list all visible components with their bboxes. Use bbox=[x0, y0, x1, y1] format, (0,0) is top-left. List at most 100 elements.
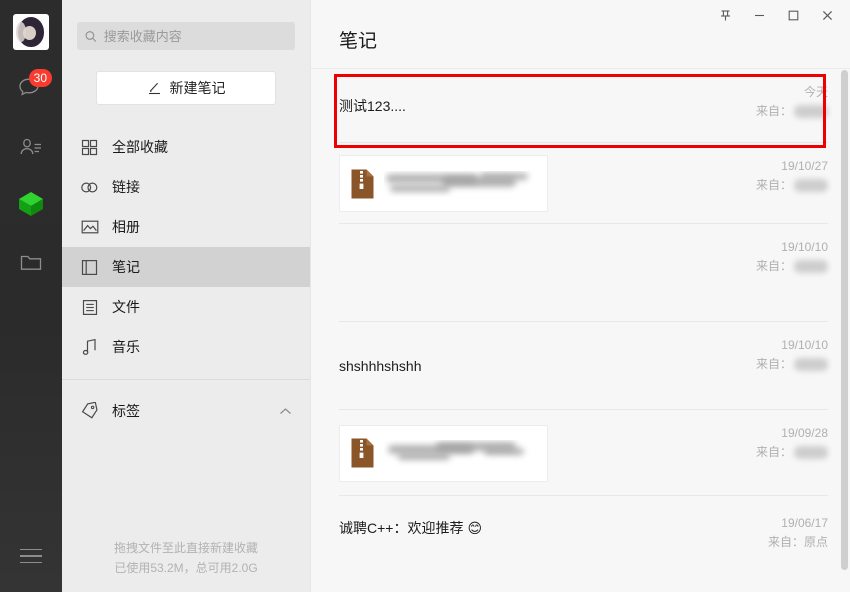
list-item-content bbox=[339, 224, 732, 322]
page-header: 笔记 bbox=[311, 30, 850, 69]
list-item[interactable]: 19/10/10 来自： bbox=[339, 224, 828, 322]
file-attachment-card[interactable] bbox=[339, 424, 548, 482]
search-box[interactable] bbox=[77, 22, 295, 50]
zip-file-icon bbox=[351, 438, 374, 468]
list-item-source: 来自： bbox=[732, 354, 828, 374]
search-input[interactable] bbox=[103, 28, 287, 44]
sidebar-item-album[interactable]: 相册 bbox=[62, 207, 310, 247]
menu-line-1 bbox=[20, 548, 42, 550]
sidebar-item-notes[interactable]: 笔记 bbox=[62, 247, 310, 287]
notes-list: 测试123.... 今天 来自： 19/10/27 来自： 19/10/10 来… bbox=[311, 69, 850, 592]
rail-item-chat[interactable]: 30 bbox=[11, 68, 52, 108]
list-item-title: shshhhshshh bbox=[339, 358, 422, 374]
rail-item-favorites[interactable] bbox=[11, 184, 51, 224]
sidebar-nav: 全部收藏 链接 相册 笔记 文件 音乐 bbox=[62, 127, 310, 367]
pin-icon bbox=[720, 9, 730, 20]
sidebar-item-tags[interactable]: 标签 bbox=[62, 390, 310, 432]
list-item-meta: 19/09/28 来自： bbox=[732, 410, 828, 462]
image-icon bbox=[80, 218, 99, 237]
list-item[interactable]: shshhhshshh 19/10/10 来自： bbox=[339, 322, 828, 410]
file-name-redacted bbox=[384, 440, 547, 466]
tag-icon bbox=[80, 402, 99, 421]
sidebar: 新建笔记 全部收藏 bbox=[62, 0, 310, 592]
file-icon bbox=[80, 298, 99, 317]
favorites-cube-icon bbox=[19, 192, 43, 216]
from-label: 来自： bbox=[755, 445, 792, 459]
drag-hint-text: 拖拽文件至此直接新建收藏 bbox=[113, 541, 258, 555]
list-item-title: 测试123.... bbox=[339, 98, 406, 114]
from-label: 来自： bbox=[755, 357, 792, 371]
avatar[interactable] bbox=[13, 14, 49, 50]
source-redacted bbox=[794, 259, 828, 273]
note-icon bbox=[80, 258, 99, 277]
sidebar-item-links[interactable]: 链接 bbox=[62, 167, 310, 207]
search-icon bbox=[85, 30, 97, 42]
file-attachment-card[interactable] bbox=[339, 155, 548, 212]
search-container bbox=[62, 0, 310, 50]
titlebar bbox=[311, 0, 850, 30]
from-label: 来自： bbox=[755, 178, 792, 192]
pin-button[interactable] bbox=[708, 1, 742, 29]
menu-line-2 bbox=[20, 555, 42, 557]
from-label: 来自： bbox=[755, 259, 792, 273]
avatar-highlight bbox=[16, 22, 26, 42]
rail-item-files[interactable] bbox=[11, 242, 51, 282]
source-redacted bbox=[794, 178, 828, 192]
main-panel: 笔记 测试123.... 今天 来自： 19/10/27 来自： 19/10/1… bbox=[310, 0, 850, 592]
list-item-content bbox=[339, 143, 732, 224]
new-note-container: 新建笔记 bbox=[62, 50, 310, 105]
chevron-up-icon[interactable] bbox=[279, 403, 292, 419]
sidebar-item-all-favorites[interactable]: 全部收藏 bbox=[62, 127, 310, 167]
list-item-source: 来自： bbox=[732, 175, 828, 195]
list-item[interactable]: 19/09/28 来自： bbox=[339, 410, 828, 496]
list-item-date: 19/10/27 bbox=[781, 159, 828, 173]
list-item-date: 今天 bbox=[803, 85, 828, 99]
list-item-source: 来自： bbox=[732, 442, 828, 462]
list-item-title-text: 诚聘C++：欢迎推荐 bbox=[339, 520, 464, 536]
from-label: 来自： bbox=[755, 104, 792, 118]
minimize-button[interactable] bbox=[742, 1, 776, 29]
sidebar-footer: 拖拽文件至此直接新建收藏 已使用53.2M，总可用2.0G bbox=[62, 538, 310, 578]
menu-icon[interactable] bbox=[20, 544, 42, 569]
list-scrollbar[interactable] bbox=[841, 70, 848, 570]
list-item-date: 19/09/28 bbox=[781, 426, 828, 440]
list-item-meta: 19/10/27 来自： bbox=[732, 143, 828, 195]
list-item-date: 19/06/17 bbox=[781, 516, 828, 530]
storage-usage-text: 已使用53.2M，总可用2.0G bbox=[114, 561, 258, 575]
list-item-content bbox=[339, 410, 732, 496]
list-item-content: shshhhshshh bbox=[339, 322, 732, 410]
pencil-icon bbox=[148, 82, 160, 94]
chat-unread-badge: 30 bbox=[28, 69, 52, 87]
close-button[interactable] bbox=[810, 1, 844, 29]
smiley-emoji-icon: 😊 bbox=[467, 519, 483, 536]
menu-line-3 bbox=[20, 561, 42, 563]
minimize-icon bbox=[754, 14, 764, 16]
new-note-button[interactable]: 新建笔记 bbox=[96, 71, 276, 105]
new-note-label: 新建笔记 bbox=[169, 80, 226, 96]
sidebar-divider bbox=[62, 379, 310, 380]
sidebar-item-label: 标签 bbox=[112, 403, 140, 419]
sidebar-item-files[interactable]: 文件 bbox=[62, 287, 310, 327]
list-item[interactable]: 测试123.... 今天 来自： bbox=[339, 69, 828, 143]
list-item-date: 19/10/10 bbox=[781, 240, 828, 254]
list-item[interactable]: 诚聘C++：欢迎推荐 😊 19/06/17 来自：原点 bbox=[339, 496, 828, 566]
list-item-source: 来自：原点 bbox=[767, 535, 828, 549]
left-nav-rail: 30 bbox=[0, 0, 62, 592]
close-icon bbox=[822, 10, 832, 20]
rail-item-contacts[interactable] bbox=[11, 126, 51, 166]
source-redacted bbox=[794, 357, 828, 371]
source-redacted bbox=[794, 445, 828, 459]
link-icon bbox=[80, 178, 99, 197]
list-item-meta: 19/06/17 来自：原点 bbox=[732, 496, 828, 552]
source-redacted bbox=[794, 104, 828, 118]
folder-icon bbox=[20, 255, 42, 270]
maximize-button[interactable] bbox=[776, 1, 810, 29]
music-icon bbox=[80, 338, 99, 357]
list-item[interactable]: 19/10/27 来自： bbox=[339, 143, 828, 224]
sidebar-item-label: 文件 bbox=[112, 299, 140, 315]
list-item-date: 19/10/10 bbox=[781, 338, 828, 352]
sidebar-item-label: 链接 bbox=[112, 179, 140, 195]
grid-icon bbox=[80, 138, 99, 157]
sidebar-item-music[interactable]: 音乐 bbox=[62, 327, 310, 367]
sidebar-item-label: 全部收藏 bbox=[112, 139, 168, 155]
